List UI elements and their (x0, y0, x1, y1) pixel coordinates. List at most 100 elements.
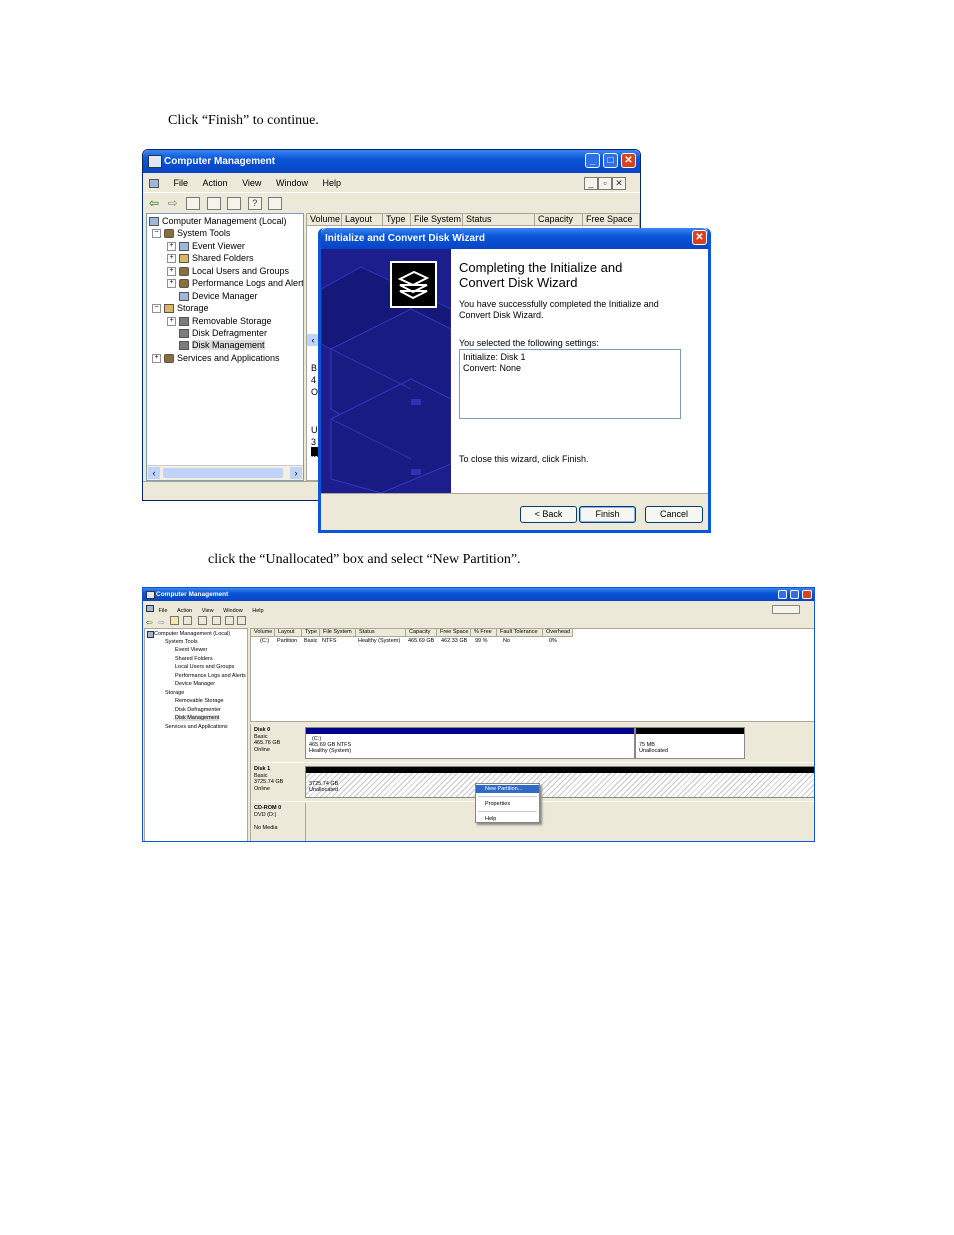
menu-file[interactable]: File (174, 178, 189, 188)
expand-icon[interactable]: + (167, 242, 176, 252)
back-button[interactable]: < Back (520, 506, 577, 523)
tree-local-users-2[interactable]: Local Users and Groups (175, 664, 234, 670)
tree-local-users[interactable]: + Local Users and Groups (167, 266, 289, 277)
child-minimize-button[interactable]: _ (584, 177, 598, 190)
tree-device-manager[interactable]: Device Manager (179, 291, 258, 302)
menu-window[interactable]: Window (276, 178, 308, 188)
col-file-system[interactable]: File System (411, 214, 463, 226)
tree-disk-mgmt-2[interactable]: Disk Management (175, 715, 220, 721)
tree-shared-folders-2[interactable]: Shared Folders (175, 656, 213, 662)
col-type[interactable]: Type (383, 214, 411, 226)
tree-storage-2[interactable]: Storage (165, 690, 184, 696)
close-button-2[interactable] (802, 590, 812, 599)
col-free-space-2[interactable]: Free Space (437, 629, 471, 637)
title-bar-2[interactable]: Computer Management (143, 588, 814, 601)
disk-icon-2[interactable] (237, 616, 247, 625)
tree-event-viewer-2[interactable]: Event Viewer (175, 647, 207, 653)
expand-icon[interactable]: + (167, 254, 176, 264)
col-type-2[interactable]: Type (302, 629, 320, 637)
tree-pane-2[interactable]: Computer Management (Local) System Tools… (144, 628, 248, 841)
settings-box[interactable]: Initialize: Disk 1 Convert: None (459, 349, 681, 419)
tree-device-manager-2[interactable]: Device Manager (175, 681, 215, 687)
menu-new-partition[interactable]: New Partition... (476, 785, 539, 793)
disk0-partition[interactable]: (C:) 465.69 GB NTFS Healthy (System) (305, 727, 635, 759)
col-free-space[interactable]: Free Space (583, 214, 639, 226)
show-tree-icon-2[interactable] (183, 616, 192, 625)
expand-icon[interactable]: + (152, 354, 161, 364)
expand-icon[interactable]: + (167, 279, 176, 289)
properties-icon-2[interactable] (197, 616, 207, 625)
forward-arrow-icon-2[interactable]: ⇨ (158, 618, 165, 627)
horizontal-scrollbar[interactable]: ‹ › (147, 465, 303, 480)
tree-system-tools-2[interactable]: System Tools (165, 639, 198, 645)
maximize-button[interactable]: □ (603, 153, 618, 168)
cdrom-area[interactable] (305, 803, 814, 841)
col-file-system-2[interactable]: File System (320, 629, 356, 637)
tree-defrag-2[interactable]: Disk Defragmenter (175, 707, 221, 713)
up-folder-icon[interactable] (186, 196, 201, 210)
col-status[interactable]: Status (463, 214, 535, 226)
close-button[interactable]: ✕ (621, 153, 636, 168)
col-capacity[interactable]: Capacity (535, 214, 583, 226)
minimize-button[interactable]: _ (585, 153, 600, 168)
cancel-button[interactable]: Cancel (645, 506, 703, 523)
back-arrow-icon-2[interactable]: ⇦ (146, 618, 153, 627)
child-restore-button[interactable]: ▫ (598, 177, 612, 190)
scroll-right-icon[interactable]: › (290, 467, 302, 479)
tree-services[interactable]: + Services and Applications (152, 353, 280, 364)
tree-disk-management[interactable]: Disk Management (179, 340, 265, 351)
tree-storage[interactable]: − Storage (152, 303, 209, 314)
menu-view[interactable]: View (242, 178, 261, 188)
properties-icon[interactable] (227, 196, 242, 210)
disk0-unallocated[interactable]: 75 MB Unallocated (635, 727, 745, 759)
wizard-close-button[interactable]: ✕ (692, 230, 707, 245)
tree-disk-defragmenter[interactable]: Disk Defragmenter (179, 328, 267, 339)
tree-perf-logs[interactable]: + Performance Logs and Alerts (167, 278, 303, 289)
col-overhead-2[interactable]: Overhead (543, 629, 573, 637)
show-tree-icon[interactable] (206, 196, 221, 210)
scroll-thumb[interactable] (163, 468, 283, 478)
tree-removable-storage[interactable]: + Removable Storage (167, 316, 272, 327)
col-volume[interactable]: Volume (307, 214, 342, 226)
disk1-unallocated[interactable]: 3725.74 GB Unallocated (305, 766, 814, 798)
tree-event-viewer[interactable]: + Event Viewer (167, 241, 245, 252)
collapse-icon[interactable]: − (152, 229, 161, 239)
wizard-title-bar[interactable]: Initialize and Convert Disk Wizard ✕ (321, 228, 708, 249)
view-icon[interactable] (268, 196, 283, 210)
tree-perf-logs-2[interactable]: Performance Logs and Alerts (175, 673, 246, 679)
forward-arrow-icon[interactable]: ⇨ (168, 196, 178, 210)
expand-icon[interactable]: + (167, 317, 176, 327)
tree-pane[interactable]: Computer Management (Local) − System Tool… (146, 213, 304, 481)
expand-icon[interactable]: + (167, 267, 176, 277)
back-arrow-icon[interactable]: ⇦ (149, 196, 159, 210)
tree-services-2[interactable]: Services and Applications (165, 724, 228, 730)
scroll-left-icon[interactable]: ‹ (148, 467, 160, 479)
volume-list-pane-2[interactable]: Volume Layout Type File System Status Ca… (250, 628, 814, 722)
tree-root[interactable]: Computer Management (Local) (149, 216, 287, 227)
help-icon-2[interactable] (212, 616, 222, 625)
col-capacity-2[interactable]: Capacity (406, 629, 437, 637)
collapse-icon[interactable]: − (152, 304, 161, 314)
tree-removable-2[interactable]: Removable Storage (175, 698, 224, 704)
minimize-button-2[interactable] (778, 590, 787, 599)
volume-row-c[interactable]: (C:) Partition Basic NTFS Healthy (Syste… (251, 638, 814, 646)
view-icon-2[interactable] (224, 616, 234, 625)
maximize-button-2[interactable] (790, 590, 799, 599)
menu-properties[interactable]: Properties (476, 800, 539, 808)
col-layout[interactable]: Layout (342, 214, 383, 226)
col-layout-2[interactable]: Layout (275, 629, 302, 637)
col-percent-free-2[interactable]: % Free (471, 629, 497, 637)
tree-root-2[interactable]: Computer Management (Local) (154, 631, 230, 637)
menu-action[interactable]: Action (203, 178, 228, 188)
menu-help[interactable]: Help (322, 178, 341, 188)
menu-help-item[interactable]: Help (476, 815, 539, 823)
tree-system-tools[interactable]: − System Tools (152, 228, 230, 239)
col-fault-tolerance-2[interactable]: Fault Tolerance (497, 629, 543, 637)
up-folder-icon-2[interactable] (170, 616, 180, 625)
col-status-2[interactable]: Status (356, 629, 406, 637)
help-icon[interactable]: ? (247, 196, 262, 210)
child-window-controls[interactable] (772, 605, 800, 614)
child-close-button[interactable]: ✕ (612, 177, 626, 190)
finish-button[interactable]: Finish (579, 506, 636, 523)
col-volume-2[interactable]: Volume (251, 629, 275, 637)
